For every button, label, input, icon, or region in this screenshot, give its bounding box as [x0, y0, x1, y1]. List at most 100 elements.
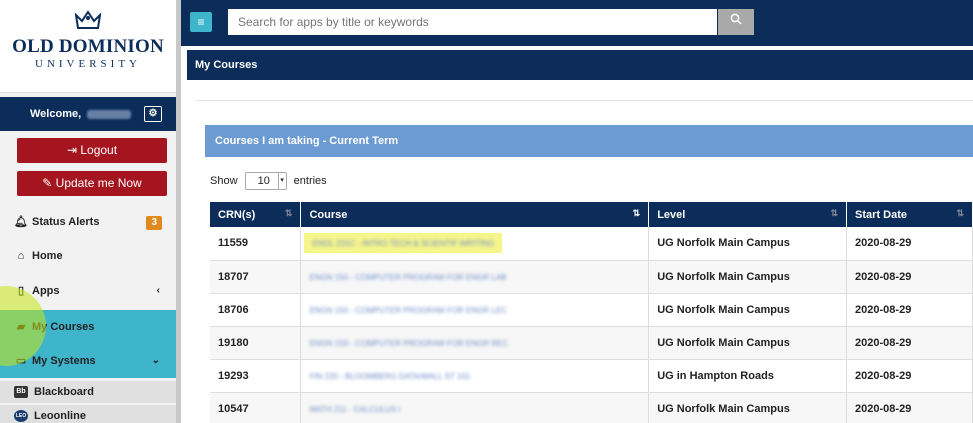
chevron-down-icon: ▾ [277, 173, 286, 189]
logout-label: Logout [80, 143, 118, 157]
subitem-label: Leoonline [34, 410, 86, 422]
panel-title: Courses I am taking - Current Term [205, 125, 973, 157]
edit-icon: ✎ [42, 176, 53, 190]
course-link[interactable]: FIN 220 - BLOOMBERG DATA/WALL ST 101 [309, 372, 470, 381]
entries-control: Show 10 ▾ entries [210, 172, 327, 190]
sidebar-item-my-systems[interactable]: ▭ My Systems ⌄ [0, 344, 176, 378]
sidebar-item-my-courses[interactable]: ▰ My Courses [0, 310, 176, 344]
sort-ascending-icon: ⇅ [632, 208, 641, 218]
level-cell: UG Norfolk Main Campus [648, 326, 848, 360]
logout-button[interactable]: ⇥ Logout [17, 138, 167, 163]
sidebar-subitem-leoonline[interactable]: LEO Leoonline [0, 405, 176, 423]
sidebar-item-label: Status Alerts [32, 216, 100, 228]
blackboard-icon: Bb [14, 386, 28, 398]
welcome-label: Welcome, [30, 108, 82, 120]
chevron-down-icon: ⌄ [151, 355, 160, 366]
page-title: My Courses [187, 50, 973, 80]
table-header-row: CRN(s) ⇅ Course ⇅ Level ⇅ Start Date ⇅ [210, 202, 973, 227]
course-link[interactable]: ENGN 150 - COMPUTER PROGRAM FOR ENGR LEC [309, 306, 506, 315]
crn-cell: 18706 [210, 293, 302, 327]
table-row: 10547 MATH 211 - CALCULUS I UG Norfolk M… [210, 392, 973, 423]
university-logo[interactable]: OLD DOMINION UNIVERSITY [0, 0, 176, 93]
start-date-cell: 2020-08-29 [846, 260, 973, 294]
logout-icon: ⇥ [66, 143, 77, 157]
update-label: Update me Now [55, 176, 142, 190]
sidebar-subitem-blackboard[interactable]: Bb Blackboard [0, 381, 176, 403]
search-icon [730, 13, 742, 25]
start-date-cell: 2020-08-29 [846, 227, 973, 261]
sidebar-item-label: Home [32, 250, 63, 262]
start-date-cell: 2020-08-29 [846, 359, 973, 393]
entries-select[interactable]: 10 ▾ [244, 172, 287, 190]
table-row: 19293 FIN 220 - BLOOMBERG DATA/WALL ST 1… [210, 359, 973, 393]
sidebar-item-label: My Systems [32, 355, 96, 367]
sidebar-item-home[interactable]: ⌂ Home [0, 239, 176, 273]
sidebar-item-status-alerts[interactable]: 🔔︎ Status Alerts 3 [0, 205, 176, 239]
leoonline-icon: LEO [14, 410, 28, 422]
table-row: 11559 ENGL 231C - INTRO TECH & SCIENTIF … [210, 227, 973, 261]
crn-cell: 19180 [210, 326, 302, 360]
course-cell: MATH 211 - CALCULUS I [300, 392, 650, 423]
user-name [87, 109, 132, 119]
column-header-start-date[interactable]: Start Date ⇅ [846, 202, 973, 227]
update-me-button[interactable]: ✎ Update me Now [17, 171, 167, 196]
search-input[interactable] [228, 9, 717, 35]
course-cell: ENGN 150 - COMPUTER PROGRAM FOR ENGR REC [300, 326, 650, 360]
level-cell: UG in Hampton Roads [648, 359, 848, 393]
desktop-icon: ▭ [15, 355, 27, 367]
crown-icon [74, 10, 102, 29]
chevron-left-icon: ‹ [156, 285, 160, 296]
crn-cell: 10547 [210, 392, 302, 423]
courses-table: CRN(s) ⇅ Course ⇅ Level ⇅ Start Date ⇅ 11559… [210, 202, 973, 423]
course-cell: ENGN 150 - COMPUTER PROGRAM FOR ENGR LAB [300, 260, 650, 294]
course-link[interactable]: ENGN 150 - COMPUTER PROGRAM FOR ENGR LAB [309, 273, 506, 282]
show-label: Show [210, 174, 238, 187]
sidebar-item-label: My Courses [32, 321, 95, 333]
column-header-level[interactable]: Level ⇅ [648, 202, 848, 227]
sidebar-item-label: Apps [32, 285, 60, 297]
sort-icon: ⇅ [284, 208, 293, 218]
start-date-cell: 2020-08-29 [846, 392, 973, 423]
course-cell: ENGL 231C - INTRO TECH & SCIENTIF WRITIN… [300, 227, 650, 261]
course-cell: FIN 220 - BLOOMBERG DATA/WALL ST 101 [300, 359, 650, 393]
search-button[interactable] [718, 9, 754, 35]
bell-icon: 🔔︎ [14, 216, 28, 228]
book-icon: ▰ [16, 321, 26, 333]
level-cell: UG Norfolk Main Campus [648, 392, 848, 423]
highlighted-course: ENGL 231C - INTRO TECH & SCIENTIF WRITIN… [304, 233, 503, 254]
course-link[interactable]: ENGL 231C - INTRO TECH & SCIENTIF WRITIN… [312, 239, 494, 248]
crn-cell: 11559 [210, 227, 302, 261]
column-header-crn[interactable]: CRN(s) ⇅ [210, 202, 302, 227]
table-row: 18706 ENGN 150 - COMPUTER PROGRAM FOR EN… [210, 293, 973, 327]
level-cell: UG Norfolk Main Campus [648, 293, 848, 327]
menu-toggle-button[interactable]: ≡ [190, 12, 212, 32]
sort-icon: ⇅ [830, 208, 839, 218]
mobile-icon: ▯ [17, 285, 25, 297]
home-icon: ⌂ [17, 250, 25, 262]
start-date-cell: 2020-08-29 [846, 293, 973, 327]
crn-cell: 18707 [210, 260, 302, 294]
course-link[interactable]: MATH 211 - CALCULUS I [309, 405, 400, 414]
entries-label: entries [293, 174, 327, 187]
logo-title: OLD DOMINION [12, 36, 164, 57]
course-cell: ENGN 150 - COMPUTER PROGRAM FOR ENGR LEC [300, 293, 650, 327]
entries-value: 10 [257, 175, 270, 187]
top-bar: ≡ [181, 0, 973, 46]
start-date-cell: 2020-08-29 [846, 326, 973, 360]
divider [196, 100, 973, 101]
alert-count-badge: 3 [146, 216, 162, 230]
sidebar-divider [176, 0, 181, 423]
sort-icon: ⇅ [956, 208, 964, 218]
welcome-bar: Welcome, ⚙ [0, 97, 176, 131]
column-header-course[interactable]: Course ⇅ [300, 202, 650, 227]
table-row: 19180 ENGN 150 - COMPUTER PROGRAM FOR EN… [210, 326, 973, 360]
subitem-label: Blackboard [34, 386, 94, 398]
crn-cell: 19293 [210, 359, 302, 393]
level-cell: UG Norfolk Main Campus [648, 227, 848, 261]
table-row: 18707 ENGN 150 - COMPUTER PROGRAM FOR EN… [210, 260, 973, 294]
level-cell: UG Norfolk Main Campus [648, 260, 848, 294]
logo-subtitle: UNIVERSITY [35, 58, 141, 70]
sidebar-item-apps[interactable]: ▯ Apps ‹ [0, 274, 176, 308]
course-link[interactable]: ENGN 150 - COMPUTER PROGRAM FOR ENGR REC [309, 339, 508, 348]
gear-icon[interactable]: ⚙ [144, 106, 162, 122]
